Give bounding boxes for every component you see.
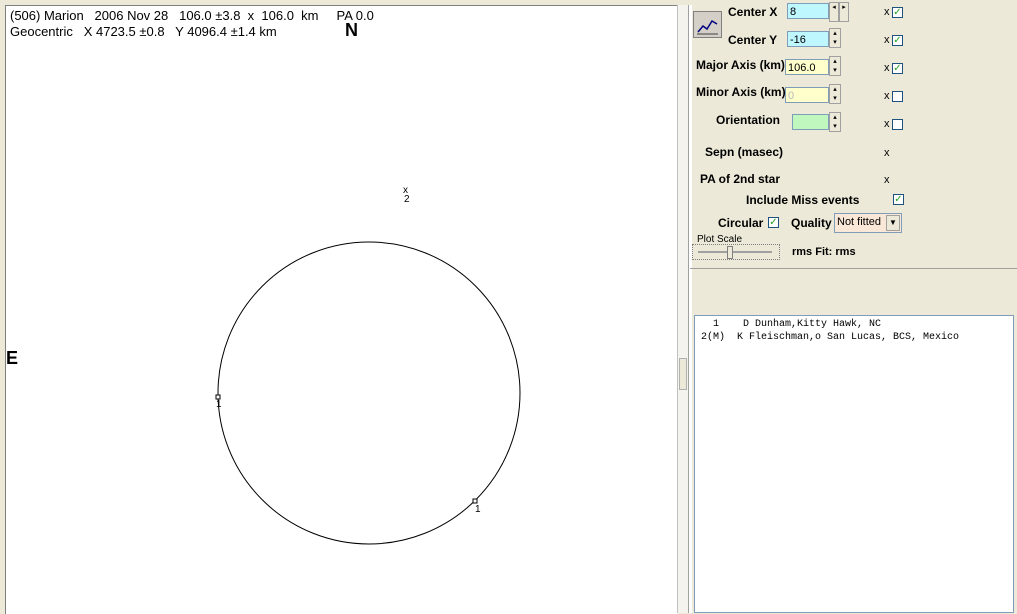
list-item[interactable]: 2(M) K Fleischman,o San Lucas, BCS, Mexi… <box>701 332 959 343</box>
minor-axis-lock-x: x <box>884 90 890 102</box>
pa-2nd-star-label: PA of 2nd star <box>700 172 781 186</box>
chord-point-bottom <box>472 498 478 504</box>
orientation-lock-x: x <box>884 118 890 130</box>
major-axis-spinner[interactable]: ▴ ▾ <box>829 56 841 76</box>
center-y-spinner[interactable]: ▴ ▾ <box>829 28 841 48</box>
plot-vertical-scrollbar[interactable] <box>677 5 688 613</box>
center-y-lock-x: x <box>884 34 890 46</box>
chart-button[interactable] <box>693 11 722 38</box>
panel-separator <box>688 5 692 613</box>
scrollbar-thumb[interactable] <box>679 358 687 390</box>
center-x-lock-x: x <box>884 6 890 18</box>
include-miss-checkbox[interactable]: ✓ <box>893 194 904 205</box>
plot-svg <box>215 241 521 545</box>
center-y-checkbox[interactable]: ✓ <box>892 35 903 46</box>
list-item[interactable]: 1 D Dunham,Kitty Hawk, NC <box>701 319 881 330</box>
sepn-x: x <box>884 147 890 159</box>
include-miss-label: Include Miss events <box>746 193 860 207</box>
center-y-label: Center Y <box>728 33 778 47</box>
orientation-input[interactable] <box>792 114 829 130</box>
observer-list[interactable]: 1 D Dunham,Kitty Hawk, NC 2(M) K Fleisch… <box>694 315 1014 613</box>
chevron-down-icon[interactable]: ▼ <box>886 215 900 231</box>
minor-axis-label: Minor Axis (km) <box>696 85 786 99</box>
miss-marker-number: 2 <box>404 194 410 205</box>
major-axis-checkbox[interactable]: ✓ <box>892 63 903 74</box>
sepn-label: Sepn (masec) <box>705 145 784 159</box>
minor-axis-spinner[interactable]: ▴ ▾ <box>829 84 841 104</box>
center-x-input[interactable]: 8 <box>787 3 829 19</box>
slider-track <box>698 251 772 253</box>
center-x-label: Center X <box>728 5 778 19</box>
circular-label: Circular <box>718 216 764 230</box>
orientation-checkbox[interactable] <box>892 119 903 130</box>
quality-label: Quality <box>791 216 832 230</box>
center-y-input[interactable]: -16 <box>787 31 829 47</box>
quality-select-value: Not fitted <box>837 216 882 228</box>
orientation-label: Orientation <box>716 113 781 127</box>
circular-checkbox[interactable]: ✓ <box>768 217 779 228</box>
chord-label-left: 1 <box>216 399 222 410</box>
quality-select[interactable]: Not fitted ▼ <box>834 213 902 233</box>
center-x-checkbox[interactable]: ✓ <box>892 7 903 18</box>
slider-thumb[interactable] <box>727 246 733 259</box>
panel-divider <box>690 268 1017 269</box>
minor-axis-input[interactable]: 0 <box>785 87 829 103</box>
center-x-right-arrow[interactable]: ▸ <box>839 2 849 22</box>
major-axis-label: Major Axis (km) <box>696 58 785 72</box>
major-axis-lock-x: x <box>884 62 890 74</box>
minor-axis-checkbox[interactable] <box>892 91 903 102</box>
center-x-left-arrow[interactable]: ◂ <box>829 2 839 22</box>
plot-scale-slider[interactable] <box>692 244 780 260</box>
orientation-spinner[interactable]: ▴ ▾ <box>829 112 841 132</box>
chord-label-bottom: 1 <box>475 504 481 515</box>
line-chart-icon <box>697 19 718 35</box>
major-axis-input[interactable]: 106.0 <box>785 59 829 75</box>
rms-fit-label: rms Fit: rms <box>792 246 856 258</box>
pa-2nd-star-x: x <box>884 174 890 186</box>
